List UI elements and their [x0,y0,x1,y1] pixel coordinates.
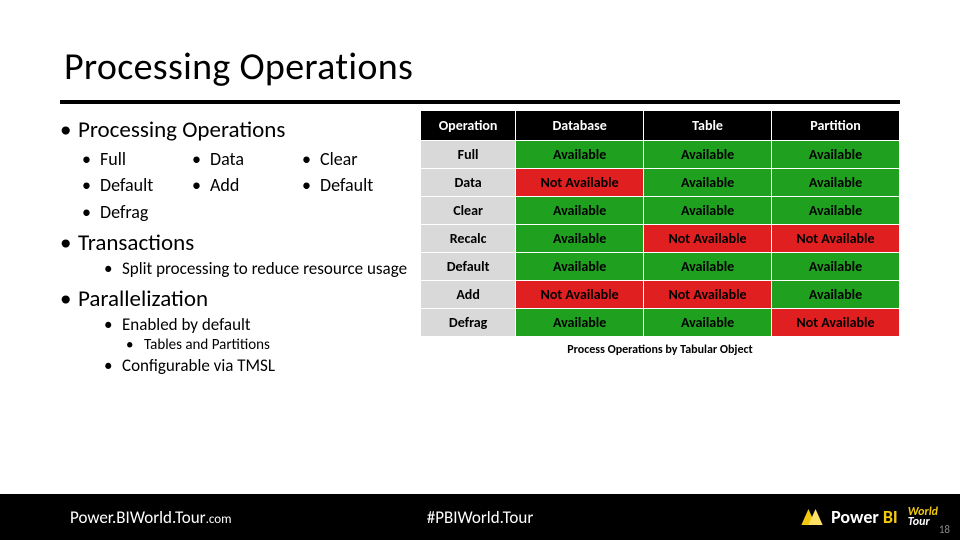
cell-availability: Not Available [644,281,772,309]
table-row: ClearAvailableAvailableAvailable [421,197,900,225]
operations-table: Operation Database Table Partition FullA… [420,110,900,337]
cell-availability: Available [772,197,900,225]
logo-subtext: World Tour [908,507,938,527]
cell-operation: Recalc [421,225,516,253]
bullet-op-full: •Full [82,148,192,170]
bullet-processing-operations: •Processing Operations [60,116,414,144]
bullet-parallelization: •Parallelization [60,285,414,313]
cell-availability: Not Available [644,225,772,253]
table-row: DataNot AvailableAvailableAvailable [421,169,900,197]
cell-operation: Data [421,169,516,197]
footer-bar: Power.BIWorld.Tour.com #PBIWorld.Tour Po… [0,494,960,540]
bullet-op-clear: •Clear [302,148,412,170]
bullet-op-data: •Data [192,148,302,170]
cell-availability: Not Available [772,309,900,337]
cell-availability: Available [644,253,772,281]
cell-operation: Default [421,253,516,281]
bullet-op-default: •Default [82,174,192,196]
cell-availability: Available [516,253,644,281]
th-database: Database [516,111,644,141]
logo-text: Power BI [831,506,898,528]
powerbi-logo-icon [801,509,823,525]
table-column: Operation Database Table Partition FullA… [420,110,900,378]
bullet-transactions-sub: •Split processing to reduce resource usa… [104,259,414,279]
slide: Processing Operations •Processing Operat… [0,0,960,540]
slide-body: •Processing Operations •Full •Data •Clea… [60,110,900,378]
slide-title: Processing Operations [64,44,413,90]
bullet-enabled-default: •Enabled by default [104,315,414,335]
bullet-op-add: •Add [192,174,302,196]
table-body: FullAvailableAvailableAvailableDataNot A… [421,141,900,337]
cell-operation: Clear [421,197,516,225]
cell-operation: Defrag [421,309,516,337]
cell-availability: Available [644,169,772,197]
footer-logo: Power BI World Tour [801,506,938,528]
table-row: RecalcAvailableNot AvailableNot Availabl… [421,225,900,253]
table-row: DefaultAvailableAvailableAvailable [421,253,900,281]
footer-url-suffix: .com [206,512,232,527]
cell-availability: Available [644,197,772,225]
cell-operation: Add [421,281,516,309]
bullet-tables-partitions: •Tables and Partitions [126,336,414,354]
cell-availability: Not Available [516,169,644,197]
cell-operation: Full [421,141,516,169]
th-table: Table [644,111,772,141]
footer-url: Power.BIWorld.Tour.com [70,507,232,528]
table-row: AddNot AvailableNot AvailableAvailable [421,281,900,309]
page-number: 18 [939,523,950,536]
footer-url-main: Power.BIWorld.Tour [70,507,206,528]
bullets-column: •Processing Operations •Full •Data •Clea… [60,110,420,378]
table-row: DefragAvailableAvailableNot Available [421,309,900,337]
table-head: Operation Database Table Partition [421,111,900,141]
th-operation: Operation [421,111,516,141]
cell-availability: Not Available [516,281,644,309]
bullet-op-defrag: •Defrag [82,201,414,223]
bullet-configurable-tmsl: •Configurable via TMSL [104,356,414,376]
cell-availability: Available [772,253,900,281]
cell-availability: Available [644,141,772,169]
table-caption: Process Operations by Tabular Object [420,343,900,357]
cell-availability: Available [772,141,900,169]
cell-availability: Available [516,141,644,169]
cell-availability: Available [644,309,772,337]
cell-availability: Not Available [772,225,900,253]
cell-availability: Available [516,309,644,337]
cell-availability: Available [516,197,644,225]
th-partition: Partition [772,111,900,141]
cell-availability: Available [772,169,900,197]
cell-availability: Available [772,281,900,309]
table-row: FullAvailableAvailableAvailable [421,141,900,169]
ops-row-1: •Full •Data •Clear [82,146,414,172]
ops-row-2: •Default •Add •Default [82,172,414,198]
bullet-text: Processing Operations [78,116,285,144]
title-rule [60,100,900,104]
bullet-op-default2: •Default [302,174,412,196]
bullet-transactions: •Transactions [60,229,414,257]
footer-hashtag: #PBIWorld.Tour [427,507,534,528]
cell-availability: Available [516,225,644,253]
